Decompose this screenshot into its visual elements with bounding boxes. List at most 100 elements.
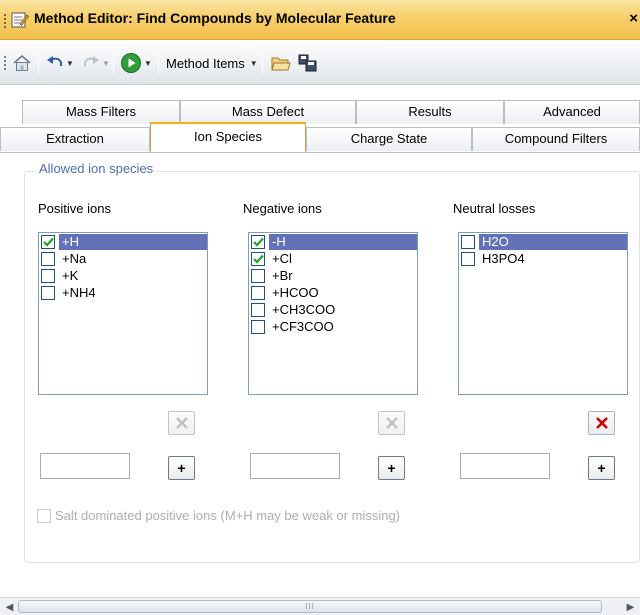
tab-mass-defect[interactable]: Mass Defect [180, 100, 356, 124]
list-item[interactable]: +NH4 [39, 284, 207, 301]
positive-ion-input[interactable] [40, 453, 130, 479]
list-item-label: +K [62, 267, 79, 283]
list-item[interactable]: +Br [249, 267, 417, 284]
negative-ions-list[interactable]: -H +Cl +Br +HCOO +CH3COO +CF3COO [248, 232, 418, 395]
checkbox-unchecked[interactable] [251, 319, 265, 334]
scroll-right-icon[interactable]: ▶ [622, 599, 639, 615]
tab-results[interactable]: Results [356, 100, 504, 124]
neutral-losses-list[interactable]: H2O H3PO4 [458, 232, 628, 395]
home-icon [13, 55, 31, 71]
ion-species-panel: Allowed ion species Positive ions Negati… [0, 152, 640, 597]
tab-advanced[interactable]: Advanced [504, 100, 640, 124]
window-title: Method Editor: Find Compounds by Molecul… [34, 10, 396, 26]
list-item[interactable]: H3PO4 [459, 250, 627, 267]
positive-ions-list[interactable]: +H +Na +K +NH4 [38, 232, 208, 395]
delete-icon [595, 417, 608, 429]
positive-ions-label: Positive ions [38, 201, 111, 216]
redo-button[interactable]: ▼ [82, 52, 110, 74]
list-item[interactable]: +H [39, 233, 207, 250]
list-item[interactable]: H2O [459, 233, 627, 250]
tab-charge-state[interactable]: Charge State [306, 127, 472, 151]
delete-neutral-loss-button[interactable] [588, 411, 615, 435]
tab-compound-filters[interactable]: Compound Filters [472, 127, 640, 151]
list-item[interactable]: +CF3COO [249, 318, 417, 335]
list-item[interactable]: +CH3COO [249, 301, 417, 318]
delete-negative-ion-button[interactable] [378, 411, 405, 435]
neutral-losses-label: Neutral losses [453, 201, 536, 216]
neutral-loss-input[interactable] [460, 453, 550, 479]
checkbox-unchecked[interactable] [41, 268, 55, 283]
horizontal-scrollbar[interactable]: ◀ III ▶ [0, 597, 640, 615]
checkbox-unchecked[interactable] [41, 285, 55, 300]
method-items-menu[interactable]: Method Items ▼ [166, 52, 258, 74]
salt-dominated-option[interactable]: Salt dominated positive ions (M+H may be… [37, 508, 400, 523]
undo-icon [47, 56, 63, 67]
checkbox-unchecked[interactable] [41, 251, 55, 266]
scrollbar-thumb[interactable]: III [18, 600, 602, 613]
list-item-label: +HCOO [272, 284, 319, 300]
redo-dropdown-icon[interactable]: ▼ [102, 59, 110, 68]
list-item[interactable]: +Na [39, 250, 207, 267]
tab-row-front: Extraction Ion Species Charge State Comp… [0, 122, 640, 152]
toolbar: ▼ ▼ ▼ Method Items ▼ [0, 41, 640, 85]
list-item-label: +CF3COO [272, 318, 334, 334]
home-button[interactable] [12, 52, 32, 74]
list-item[interactable]: +Cl [249, 250, 417, 267]
redo-icon [83, 56, 99, 67]
checkmark-icon [42, 237, 54, 247]
undo-button[interactable]: ▼ [46, 52, 74, 74]
list-item[interactable]: -H [249, 233, 417, 250]
save-icon [298, 54, 317, 72]
checkmark-icon [252, 237, 264, 247]
list-item-label: H3PO4 [482, 250, 525, 266]
negative-ion-input[interactable] [250, 453, 340, 479]
negative-ions-label: Negative ions [243, 201, 322, 216]
tab-ion-species[interactable]: Ion Species [150, 122, 306, 152]
chevron-down-icon: ▼ [249, 58, 258, 68]
open-method-button[interactable] [271, 52, 291, 74]
salt-dominated-label: Salt dominated positive ions (M+H may be… [55, 508, 401, 523]
checkbox-unchecked[interactable] [251, 302, 265, 317]
close-button[interactable]: × [629, 10, 638, 27]
delete-positive-ion-button[interactable] [168, 411, 195, 435]
add-positive-ion-button[interactable]: + [168, 456, 195, 480]
add-neutral-loss-button[interactable]: + [588, 456, 615, 480]
method-items-label: Method Items [166, 55, 245, 71]
tab-row-back: Mass Filters Mass Defect Results Advance… [0, 100, 640, 125]
scroll-left-icon[interactable]: ◀ [1, 599, 18, 615]
delete-icon [385, 417, 398, 429]
tab-extraction[interactable]: Extraction [0, 127, 150, 151]
list-item-label: +Cl [272, 250, 292, 266]
list-item-label: +NH4 [62, 284, 96, 300]
toolbar-grip-icon[interactable] [3, 55, 7, 71]
checkbox-checked[interactable] [251, 234, 265, 249]
checkbox-checked[interactable] [41, 234, 55, 249]
checkbox-unchecked[interactable] [461, 234, 475, 249]
method-editor-icon [11, 11, 30, 29]
open-folder-icon [271, 57, 291, 71]
list-item-label: +CH3COO [272, 301, 336, 317]
delete-icon [175, 417, 188, 429]
checkbox-unchecked[interactable] [251, 268, 265, 283]
list-item[interactable]: +K [39, 267, 207, 284]
undo-dropdown-icon[interactable]: ▼ [66, 59, 74, 68]
save-method-button[interactable] [298, 52, 318, 74]
run-dropdown-icon[interactable]: ▼ [144, 59, 152, 68]
checkmark-icon [252, 254, 264, 264]
list-item-label: +Br [272, 267, 293, 283]
title-bar[interactable]: Method Editor: Find Compounds by Molecul… [0, 0, 640, 40]
list-item-label: +H [59, 233, 207, 250]
group-title: Allowed ion species [36, 161, 157, 176]
list-item-label: H2O [479, 233, 627, 250]
checkbox-unchecked[interactable] [251, 285, 265, 300]
list-item-label: -H [269, 233, 417, 250]
add-negative-ion-button[interactable]: + [378, 456, 405, 480]
checkbox-checked[interactable] [251, 251, 265, 266]
list-item-label: +Na [62, 250, 87, 266]
run-button[interactable]: ▼ [120, 52, 152, 74]
grip-handle-icon[interactable] [3, 13, 7, 29]
salt-dominated-checkbox[interactable] [37, 508, 51, 523]
list-item[interactable]: +HCOO [249, 284, 417, 301]
checkbox-unchecked[interactable] [461, 251, 475, 266]
tab-mass-filters[interactable]: Mass Filters [22, 100, 180, 124]
